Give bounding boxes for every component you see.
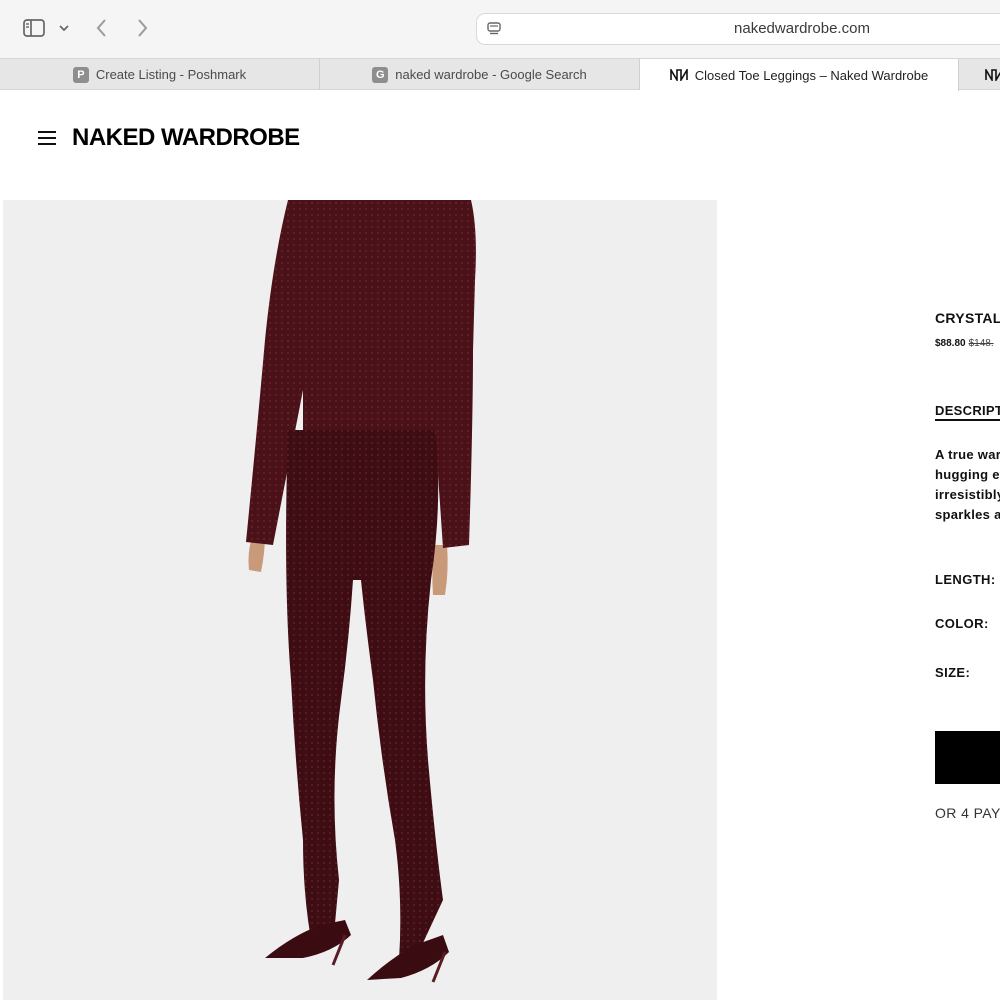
description-text: irresistibly (935, 487, 1000, 502)
color-label: COLOR: (935, 616, 989, 631)
length-label: LENGTH: (935, 572, 996, 587)
naked-wardrobe-favicon-icon (669, 67, 688, 83)
hamburger-menu-icon[interactable] (38, 129, 58, 147)
product-image[interactable] (3, 200, 717, 1000)
tab-naked-wardrobe[interactable]: Closed Toe Leggings – Naked Wardrobe (640, 59, 959, 91)
browser-toolbar: nakedwardrobe.com (0, 0, 1000, 58)
tab-description[interactable]: DESCRIPT (935, 403, 1000, 421)
model-photo (3, 200, 717, 1000)
product-info-panel: CRYSTAL $88.80$148. DESCRIPT A true ward… (935, 0, 1000, 1000)
description-text: A true ward (935, 447, 1000, 462)
tab-label: Closed Toe Leggings – Naked Wardrobe (694, 67, 929, 83)
original-price: $148. (968, 338, 994, 349)
back-arrow-icon[interactable] (90, 15, 114, 41)
description-text: sparkles a (935, 507, 1000, 522)
tab-label: naked wardrobe - Google Search (395, 67, 587, 82)
sale-price: $88.80 (935, 338, 966, 349)
forward-arrow-icon[interactable] (130, 15, 154, 41)
size-label: SIZE: (935, 665, 971, 680)
chevron-down-icon[interactable] (56, 20, 72, 36)
product-title: CRYSTAL (935, 310, 1000, 326)
site-logo[interactable]: NAKED WARDROBE (72, 124, 300, 152)
url-text[interactable]: nakedwardrobe.com (477, 14, 1000, 44)
add-to-cart-button[interactable] (935, 731, 1000, 784)
tab-label: Create Listing - Poshmark (95, 67, 247, 82)
google-favicon-icon: G (372, 66, 389, 83)
installment-payment-text: OR 4 PAY (935, 805, 1000, 821)
price-block: $88.80 $148. (935, 338, 994, 349)
poshmark-favicon-icon: P (72, 66, 89, 83)
sidebar-toggle-icon[interactable] (20, 16, 48, 40)
address-bar[interactable]: nakedwardrobe.com (476, 13, 1000, 45)
tab-google-search[interactable]: G naked wardrobe - Google Search (320, 59, 640, 90)
tab-poshmark[interactable]: P Create Listing - Poshmark (0, 59, 320, 90)
tab-strip: P Create Listing - Poshmark G naked ward… (0, 58, 1000, 91)
description-text: hugging ev (935, 467, 1000, 482)
